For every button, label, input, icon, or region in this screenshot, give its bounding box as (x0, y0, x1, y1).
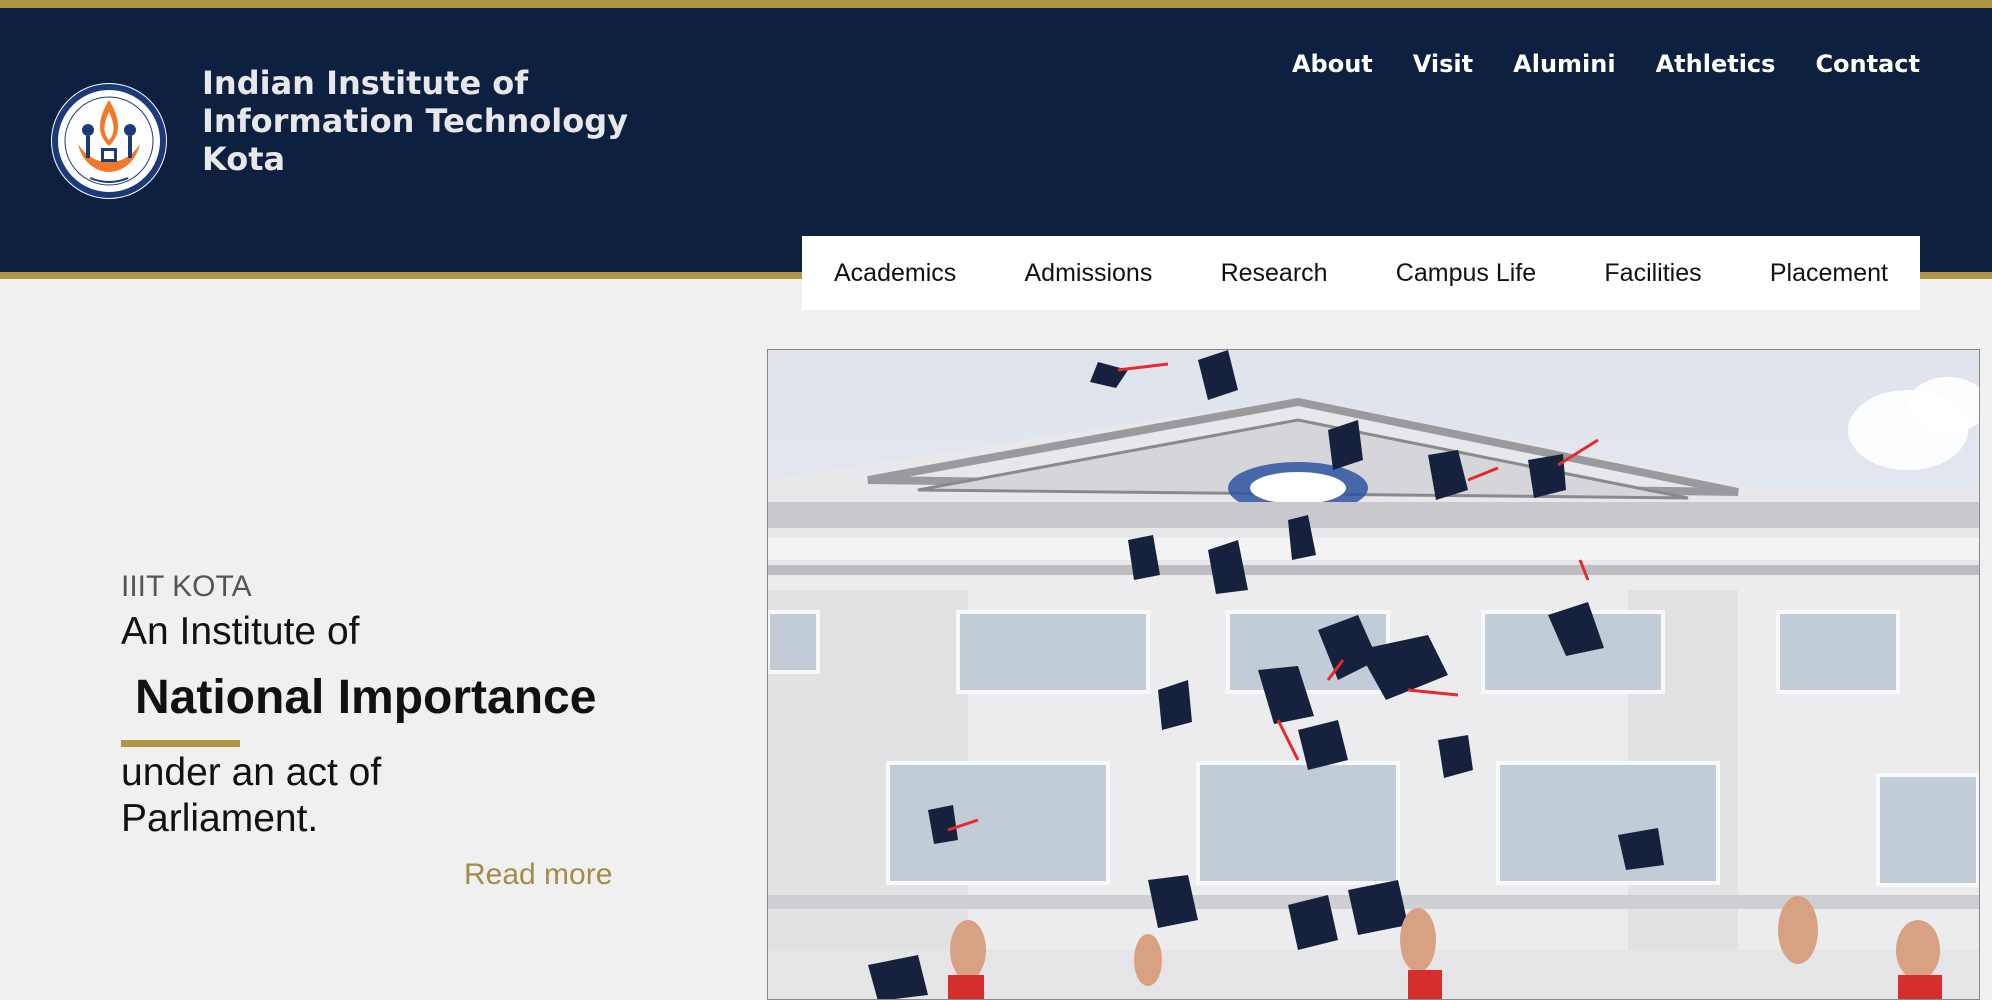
nav-link-alumini[interactable]: Alumini (1513, 50, 1615, 78)
site-header: Indian Institute of Information Technolo… (0, 8, 1992, 272)
institute-logo[interactable] (50, 82, 168, 200)
hero-accent-bar (121, 740, 240, 747)
graduation-caps-photo-icon (768, 350, 1980, 1000)
institute-name[interactable]: Indian Institute of Information Technolo… (202, 64, 628, 178)
nav-link-about[interactable]: About (1292, 50, 1373, 78)
hero-line1: An Institute of (121, 610, 359, 654)
hero-line3: under an act of Parliament. (121, 750, 481, 842)
top-navigation: About Visit Alumini Athletics Contact (1292, 50, 1920, 78)
hero-image (767, 349, 1980, 1000)
nav-link-athletics[interactable]: Athletics (1656, 50, 1776, 78)
top-accent-bar (0, 0, 1992, 8)
main-nav-research[interactable]: Research (1221, 259, 1328, 288)
main-navigation: Academics Admissions Research Campus Lif… (802, 236, 1920, 310)
nav-link-visit[interactable]: Visit (1413, 50, 1473, 78)
main-nav-placement[interactable]: Placement (1770, 259, 1888, 288)
main-nav-academics[interactable]: Academics (834, 259, 956, 288)
institute-name-line2: Information Technology (202, 102, 628, 140)
institute-name-line1: Indian Institute of (202, 64, 628, 102)
hero-eyebrow: IIIT KOTA (121, 570, 252, 604)
main-nav-facilities[interactable]: Facilities (1604, 259, 1701, 288)
read-more-link[interactable]: Read more (464, 858, 612, 892)
main-nav-admissions[interactable]: Admissions (1025, 259, 1153, 288)
nav-link-contact[interactable]: Contact (1815, 50, 1920, 78)
main-nav-campus-life[interactable]: Campus Life (1396, 259, 1536, 288)
hero-highlight: National Importance (135, 670, 596, 725)
institute-name-line3: Kota (202, 140, 628, 178)
